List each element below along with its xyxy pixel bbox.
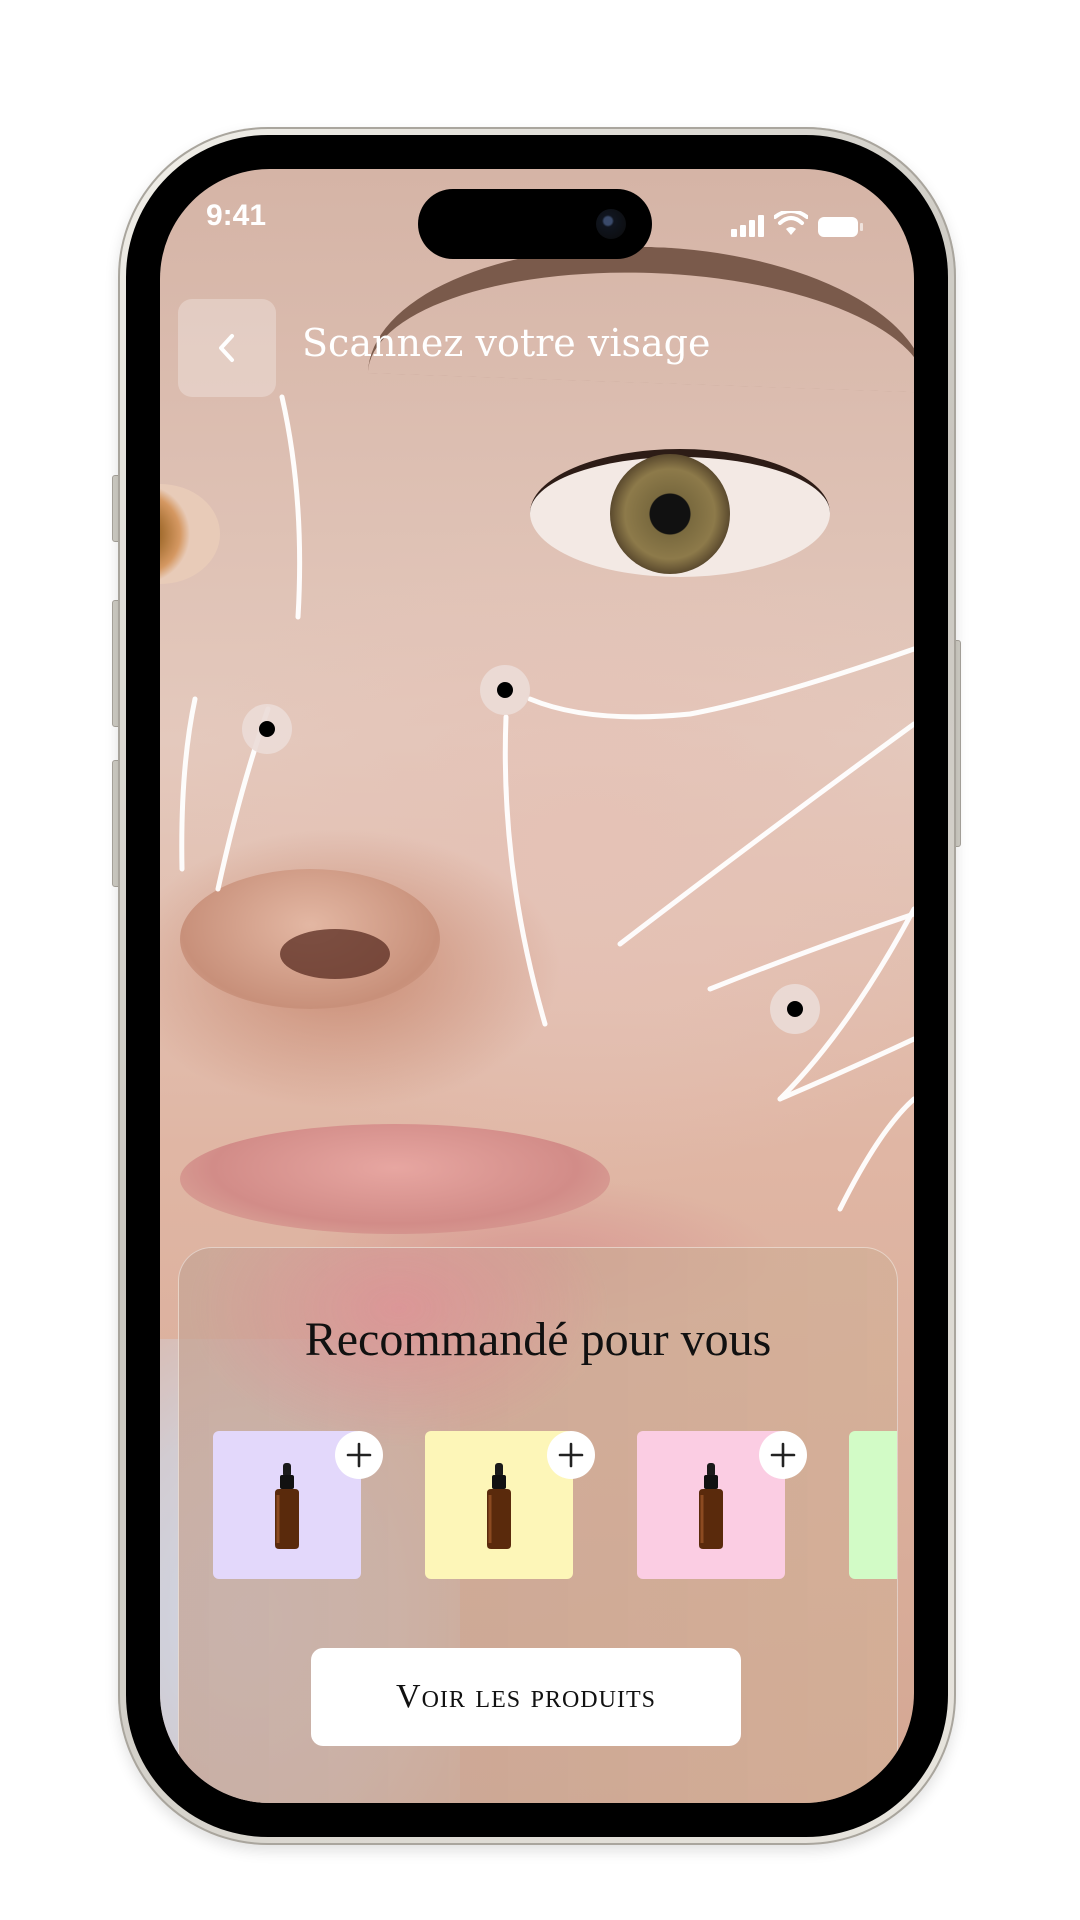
scan-point-cheek-upper[interactable]: [480, 665, 530, 715]
camera-icon: [596, 209, 626, 239]
dynamic-island: [418, 189, 652, 259]
battery-icon: [818, 217, 863, 237]
serum-bottle-icon: [487, 1463, 511, 1549]
product-carousel[interactable]: [213, 1431, 897, 1581]
recommendations-panel: Recommandé pour vous Voir les produits: [178, 1247, 898, 1803]
status-time: 9:41: [206, 199, 267, 232]
add-product-button[interactable]: [335, 1431, 383, 1479]
plus-icon: [346, 1442, 372, 1468]
cellular-signal-icon: [731, 213, 764, 237]
scan-point-cheek-lower[interactable]: [770, 984, 820, 1034]
back-button[interactable]: [178, 299, 276, 397]
page-title: Scannez votre visage: [302, 321, 711, 365]
view-products-button[interactable]: Voir les produits: [311, 1648, 741, 1746]
serum-bottle-icon: [699, 1463, 723, 1549]
chevron-left-icon: [219, 334, 234, 362]
app-screen: 9:41 Scannez votre visage Recommandé pou…: [160, 169, 914, 1803]
serum-bottle-icon: [275, 1463, 299, 1549]
product-card[interactable]: [849, 1431, 897, 1579]
add-product-button[interactable]: [547, 1431, 595, 1479]
plus-icon: [770, 1442, 796, 1468]
wifi-icon: [774, 211, 808, 235]
recommendations-title: Recommandé pour vous: [304, 1313, 772, 1366]
plus-icon: [558, 1442, 584, 1468]
scan-point-nose[interactable]: [242, 704, 292, 754]
status-icons: [731, 209, 863, 237]
add-product-button[interactable]: [759, 1431, 807, 1479]
